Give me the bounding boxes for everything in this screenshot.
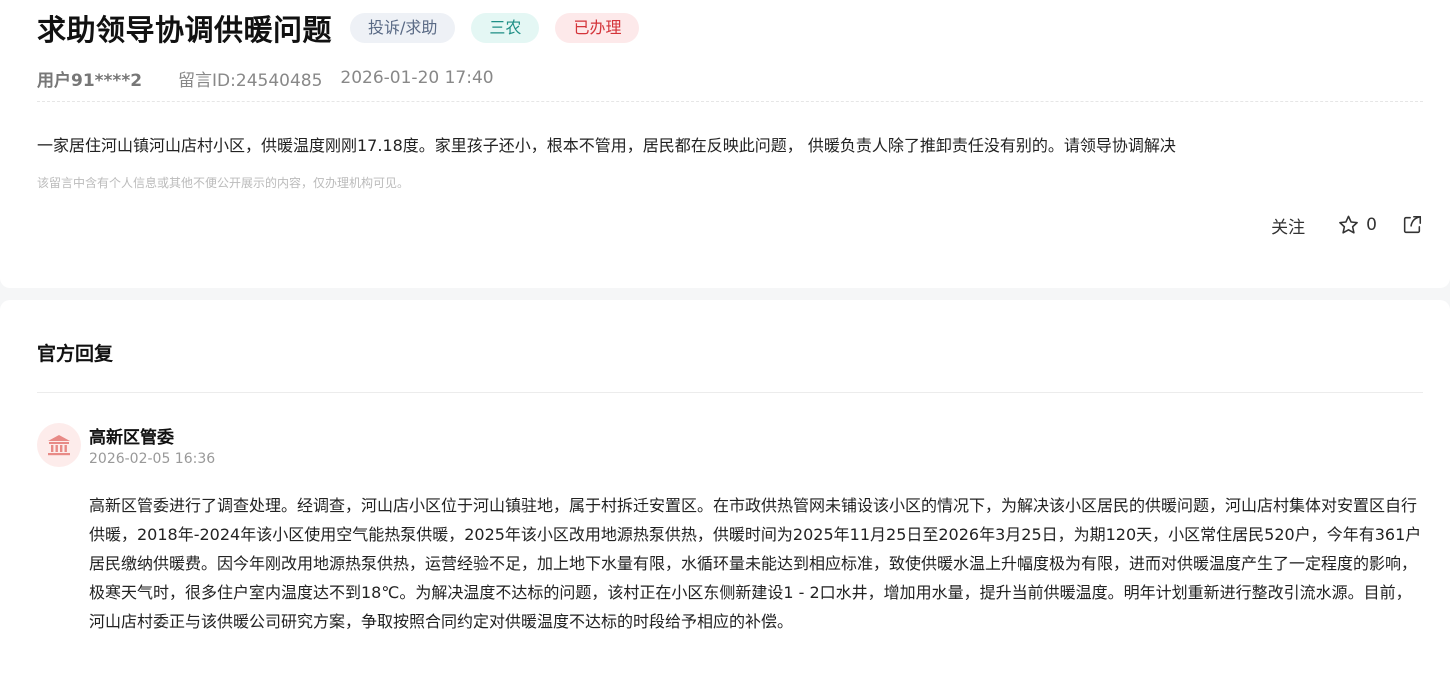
star-outline-icon [1339,215,1359,234]
message-id: 留言ID:24540485 [178,70,323,91]
star-button[interactable]: 0 [1337,214,1377,236]
follow-button[interactable]: 关注 [1271,213,1305,238]
star-count: 0 [1366,215,1377,235]
reply-divider [37,392,1423,393]
reply-time: 2026-02-05 16:36 [89,451,216,467]
message-content: 一家居住河山镇河山店村小区，供暖温度刚刚17.18度。家里孩子还小，根本不管用，… [37,136,1176,155]
title-row: 求助领导协调供暖问题 投诉/求助 三农 已办理 [37,8,640,48]
message-meta: 用户91****2 留言ID:24540485 2026-01-20 17:40 [37,66,494,91]
category-tag: 投诉/求助 [350,13,456,43]
org-name: 高新区管委 [89,428,174,448]
government-building-icon [48,435,70,456]
message-time: 2026-01-20 17:40 [340,68,494,88]
message-title: 求助领导协调供暖问题 [37,13,333,47]
reply-content: 高新区管委进行了调查处理。经调查，河山店小区位于河山镇驻地，属于村拆迁安置区。在… [89,496,1422,631]
org-avatar [37,423,81,467]
share-icon [1403,215,1422,234]
meta-divider [37,101,1423,102]
share-button[interactable] [1401,214,1423,236]
message-card: 求助领导协调供暖问题 投诉/求助 三农 已办理 用户91****2 留言ID:2… [0,0,1450,288]
status-badge: 已办理 [555,13,640,43]
reply-section-title: 官方回复 [37,343,114,365]
area-tag: 三农 [471,13,540,43]
privacy-notice: 该留言中含有个人信息或其他不便公开展示的内容，仅办理机构可见。 [37,176,410,190]
author-name: 用户91****2 [37,70,143,91]
message-actions: 关注 0 [1271,210,1423,240]
